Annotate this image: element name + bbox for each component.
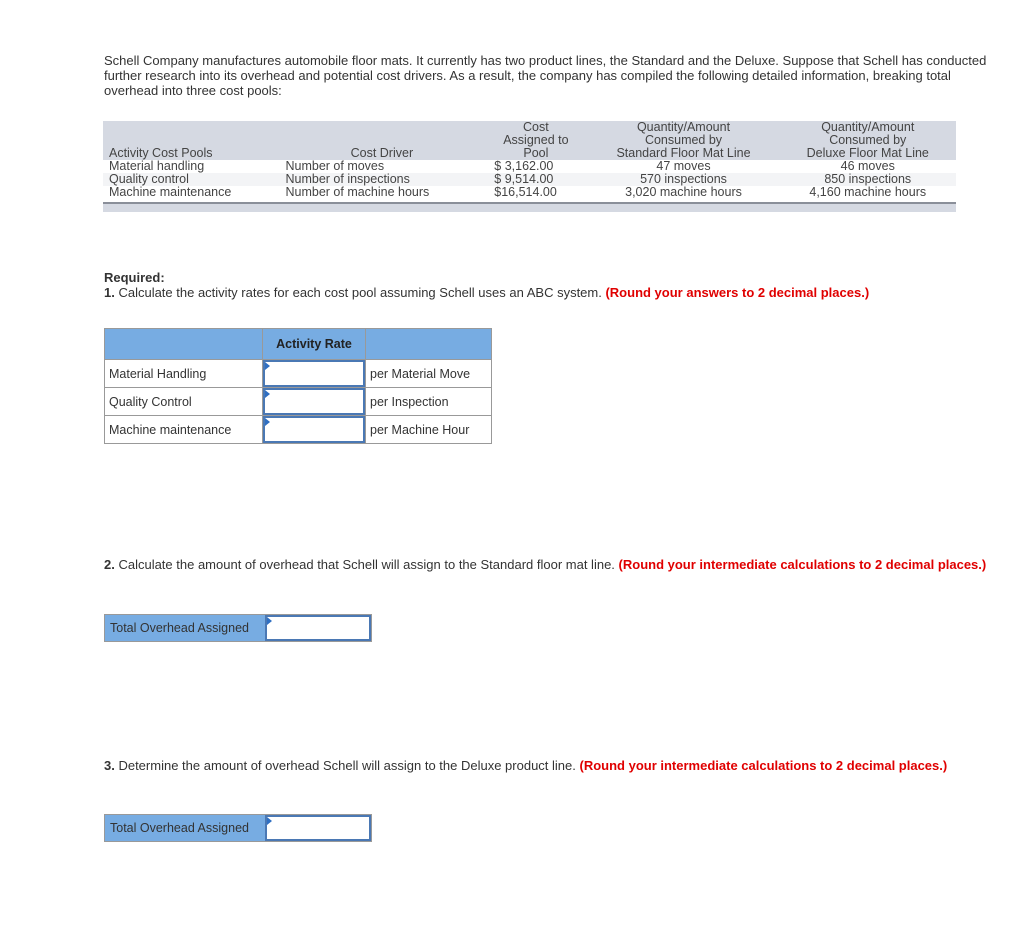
table-footer-bar: [103, 202, 956, 212]
rounding-note: (Round your answers to 2 decimal places.…: [605, 285, 870, 300]
rate-cell: [262, 387, 366, 416]
total-overhead-label: Total Overhead Assigned: [105, 615, 265, 641]
cost-pool-table: Activity Cost Pools Cost Driver Cost Ass…: [103, 121, 956, 199]
input-marker-icon: [267, 617, 272, 625]
cost-driver: Number of machine hours: [279, 186, 485, 199]
rate-name: Quality Control: [104, 387, 263, 416]
total-overhead-label: Total Overhead Assigned: [105, 815, 265, 841]
cost-pool-table-wrapper: Activity Cost Pools Cost Driver Cost Ass…: [103, 121, 956, 212]
header-activity-cost-pools: Activity Cost Pools: [103, 121, 280, 160]
table-row: Machine maintenance Number of machine ho…: [103, 186, 956, 199]
problem-intro: Schell Company manufactures automobile f…: [104, 53, 987, 98]
rate-name: Material Handling: [104, 359, 263, 388]
header-standard-consumed: Quantity/Amount Consumed by Standard Flo…: [587, 121, 780, 160]
header-empty: [365, 328, 492, 360]
standard-total-overhead-row: Total Overhead Assigned: [104, 614, 372, 642]
rounding-note: (Round your intermediate calculations to…: [579, 758, 948, 773]
deluxe-quantity: 4,160 machine hours: [779, 186, 956, 199]
cost-amount: $16,514.00: [484, 186, 588, 199]
rate-cell: [262, 359, 366, 388]
table-row: Material Handling per Material Move: [104, 359, 492, 388]
header-empty: [104, 328, 263, 360]
rate-unit: per Inspection: [365, 387, 492, 416]
question-number: 2.: [104, 557, 115, 572]
required-label: Required:: [104, 270, 165, 285]
header-deluxe-consumed: Quantity/Amount Consumed by Deluxe Floor…: [779, 121, 956, 160]
question-text: Determine the amount of overhead Schell …: [114, 758, 580, 773]
rate-name: Machine maintenance: [104, 415, 263, 444]
question-2: 2. Calculate the amount of overhead that…: [104, 557, 1009, 572]
question-text: Calculate the activity rates for each co…: [114, 285, 606, 300]
input-marker-icon: [265, 418, 270, 426]
rate-cell: [262, 415, 366, 444]
input-marker-icon: [267, 817, 272, 825]
question-1: 1. Calculate the activity rates for each…: [104, 285, 1014, 300]
standard-quantity: 3,020 machine hours: [587, 186, 780, 199]
rate-unit: per Material Move: [365, 359, 492, 388]
question-number: 3.: [104, 758, 115, 773]
input-marker-icon: [265, 362, 270, 370]
question-3: 3. Determine the amount of overhead Sche…: [104, 758, 1019, 773]
material-handling-rate-input[interactable]: [263, 360, 365, 387]
header-cost-driver: Cost Driver: [279, 121, 485, 160]
header-activity-rate: Activity Rate: [262, 328, 366, 360]
activity-rates-table: Activity Rate Material Handling per Mate…: [104, 328, 492, 444]
rate-unit: per Machine Hour: [365, 415, 492, 444]
deluxe-total-overhead-input[interactable]: [265, 815, 371, 841]
rounding-note: (Round your intermediate calculations to…: [618, 557, 987, 572]
total-overhead-cell: [265, 815, 371, 841]
input-marker-icon: [265, 390, 270, 398]
required-section: Required: 1. Calculate the activity rate…: [104, 270, 1014, 300]
total-overhead-cell: [265, 615, 371, 641]
pool-name: Machine maintenance: [103, 186, 280, 199]
machine-maintenance-rate-input[interactable]: [263, 416, 365, 443]
header-cost-assigned: Cost Assigned to Pool: [484, 121, 588, 160]
question-text: Calculate the amount of overhead that Sc…: [114, 557, 619, 572]
deluxe-total-overhead-row: Total Overhead Assigned: [104, 814, 372, 842]
standard-total-overhead-input[interactable]: [265, 615, 371, 641]
quality-control-rate-input[interactable]: [263, 388, 365, 415]
question-number: 1.: [104, 285, 115, 300]
table-row: Quality Control per Inspection: [104, 387, 492, 416]
table-row: Machine maintenance per Machine Hour: [104, 415, 492, 444]
